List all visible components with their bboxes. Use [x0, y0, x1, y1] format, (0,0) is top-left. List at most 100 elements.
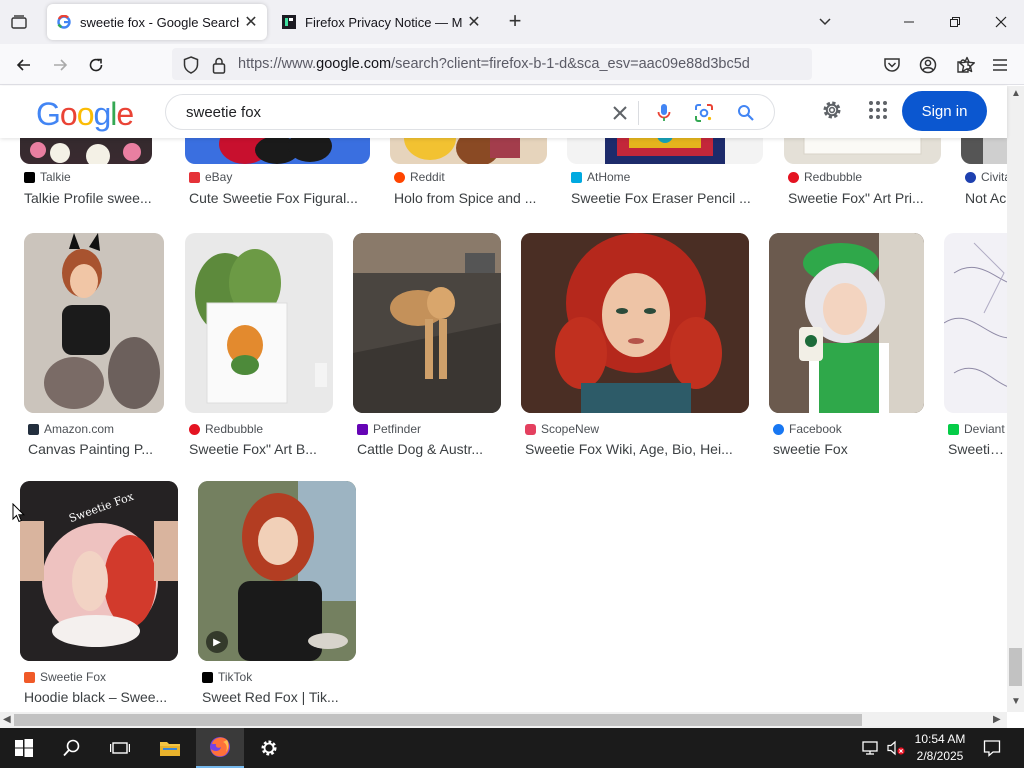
lock-icon[interactable]: [210, 56, 228, 74]
vertical-scroll-thumb[interactable]: [1009, 648, 1022, 686]
search-input[interactable]: sweetie fox: [186, 104, 261, 121]
back-button[interactable]: [10, 51, 38, 79]
source-favicon-icon: [24, 171, 35, 183]
tab-google-search[interactable]: sweetie fox - Google Search ✕: [47, 4, 267, 40]
result-thumbnail[interactable]: [20, 138, 152, 164]
image-result-card[interactable]: Talkie Talkie Profile swee...: [20, 138, 156, 208]
result-title[interactable]: Sweetie F: [948, 441, 1007, 457]
volume-muted-icon[interactable]: [882, 728, 910, 768]
image-result-card[interactable]: eBay Cute Sweetie Fox Figural...: [185, 138, 371, 208]
result-thumbnail[interactable]: [390, 138, 547, 164]
result-title[interactable]: Sweetie Fox" Art B...: [189, 441, 335, 457]
new-tab-button[interactable]: +: [503, 10, 527, 34]
video-play-icon: ▶: [206, 631, 228, 653]
google-logo[interactable]: Google: [36, 96, 134, 133]
scroll-down-arrow-icon[interactable]: ▼: [1011, 696, 1021, 707]
result-title[interactable]: Sweetie Fox Eraser Pencil ...: [571, 190, 763, 206]
maximize-button[interactable]: [932, 0, 978, 44]
firefox-taskbar-icon[interactable]: [196, 728, 244, 768]
result-title[interactable]: Sweetie Fox Wiki, Age, Bio, Hei...: [525, 441, 749, 457]
scroll-right-arrow-icon[interactable]: ▶: [993, 714, 1001, 725]
search-box[interactable]: sweetie fox: [165, 94, 775, 130]
image-result-card[interactable]: AtHome Sweetie Fox Eraser Pencil ...: [567, 138, 763, 208]
system-clock[interactable]: 10:54 AM 2/8/2025: [910, 731, 970, 765]
hamburger-menu-icon[interactable]: [986, 51, 1014, 79]
mouse-cursor-icon: [12, 502, 26, 528]
sign-in-button[interactable]: Sign in: [902, 91, 987, 131]
result-title[interactable]: Cute Sweetie Fox Figural...: [189, 190, 369, 206]
forward-button[interactable]: [46, 51, 74, 79]
source-favicon-icon: [788, 171, 799, 183]
result-title[interactable]: Sweetie Fox" Art Pri...: [788, 190, 940, 206]
result-title[interactable]: sweetie Fox: [773, 441, 923, 457]
search-icon[interactable]: [48, 728, 96, 768]
image-result-card[interactable]: Facebook sweetie Fox: [769, 233, 925, 463]
logo-letter: e: [116, 96, 134, 132]
result-thumbnail[interactable]: [567, 138, 763, 164]
result-thumbnail[interactable]: [944, 233, 1007, 413]
image-result-card[interactable]: ScopeNew Sweetie Fox Wiki, Age, Bio, Hei…: [521, 233, 749, 463]
list-all-tabs-icon[interactable]: [8, 12, 30, 32]
microphone-icon[interactable]: [654, 103, 674, 123]
result-thumbnail[interactable]: [769, 233, 924, 413]
tab-close-button[interactable]: ✕: [239, 10, 263, 34]
reload-button[interactable]: [82, 51, 110, 79]
network-icon[interactable]: [856, 728, 884, 768]
result-thumbnail[interactable]: Sweetie Fox: [20, 481, 178, 661]
chevron-down-icon[interactable]: [815, 12, 835, 32]
result-thumbnail[interactable]: [24, 233, 164, 413]
result-title[interactable]: Not Ac: [965, 190, 1007, 206]
result-thumbnail[interactable]: [521, 233, 749, 413]
result-thumbnail[interactable]: [185, 233, 333, 413]
result-title[interactable]: Holo from Spice and ...: [394, 190, 546, 206]
tracking-protection-shield-icon[interactable]: [182, 56, 200, 74]
image-result-card[interactable]: Reddit Holo from Spice and ...: [390, 138, 548, 208]
url-bar[interactable]: https://www.google.com/search?client=fir…: [172, 48, 975, 80]
task-view-icon[interactable]: [96, 728, 144, 768]
image-result-card[interactable]: Redbubble Sweetie Fox" Art Pri...: [784, 138, 942, 208]
settings-gear-icon[interactable]: [820, 98, 844, 122]
extensions-puzzle-icon[interactable]: [950, 51, 978, 79]
image-result-card[interactable]: ▶ TikTok Sweet Red Fox | Tik...: [198, 481, 356, 711]
google-apps-icon[interactable]: [866, 98, 890, 122]
image-result-card[interactable]: Sweetie Fox Sweetie Fox Hoodie black – S…: [20, 481, 178, 711]
image-result-card[interactable]: Deviant Sweetie F: [944, 233, 1007, 463]
result-title[interactable]: Talkie Profile swee...: [24, 190, 158, 206]
horizontal-scrollbar[interactable]: ◀ ▶: [0, 712, 1007, 728]
clear-search-icon[interactable]: [610, 103, 630, 123]
pocket-icon[interactable]: [878, 51, 906, 79]
image-result-card[interactable]: Civita Not Ac: [961, 138, 1007, 208]
logo-letter: o: [59, 96, 78, 132]
result-title[interactable]: Cattle Dog & Austr...: [357, 441, 503, 457]
navigation-toolbar: https://www.google.com/search?client=fir…: [0, 44, 1024, 85]
vertical-scrollbar[interactable]: ▲ ▼: [1007, 86, 1024, 712]
result-title[interactable]: Sweet Red Fox | Tik...: [202, 689, 354, 705]
url-text[interactable]: https://www.google.com/search?client=fir…: [238, 56, 750, 72]
logo-letter: g: [93, 96, 111, 132]
windows-start-icon[interactable]: [0, 728, 48, 768]
close-window-button[interactable]: [978, 0, 1024, 44]
scroll-up-arrow-icon[interactable]: ▲: [1011, 88, 1021, 99]
file-explorer-icon[interactable]: [146, 728, 194, 768]
result-title[interactable]: Hoodie black – Swee...: [24, 689, 176, 705]
result-source: Petfinder: [357, 422, 421, 436]
horizontal-scroll-thumb[interactable]: [14, 714, 862, 726]
result-thumbnail[interactable]: [961, 138, 1007, 164]
image-result-card[interactable]: Petfinder Cattle Dog & Austr...: [353, 233, 501, 463]
result-title[interactable]: Canvas Painting P...: [28, 441, 166, 457]
google-lens-icon[interactable]: [694, 103, 714, 123]
image-result-card[interactable]: Redbubble Sweetie Fox" Art B...: [185, 233, 333, 463]
result-thumbnail[interactable]: [185, 138, 370, 164]
settings-gear-icon[interactable]: [245, 728, 293, 768]
tab-firefox-privacy[interactable]: Firefox Privacy Notice — Mozilla ✕: [272, 4, 490, 40]
scroll-left-arrow-icon[interactable]: ◀: [3, 714, 11, 725]
action-center-notification-icon[interactable]: [972, 728, 1012, 768]
search-icon[interactable]: [736, 103, 756, 123]
account-icon[interactable]: [914, 51, 942, 79]
result-thumbnail[interactable]: ▶: [198, 481, 356, 661]
result-thumbnail[interactable]: [784, 138, 941, 164]
tab-close-button[interactable]: ✕: [462, 10, 486, 34]
image-result-card[interactable]: Amazon.com Canvas Painting P...: [24, 233, 164, 463]
result-thumbnail[interactable]: [353, 233, 501, 413]
minimize-button[interactable]: [886, 0, 932, 44]
